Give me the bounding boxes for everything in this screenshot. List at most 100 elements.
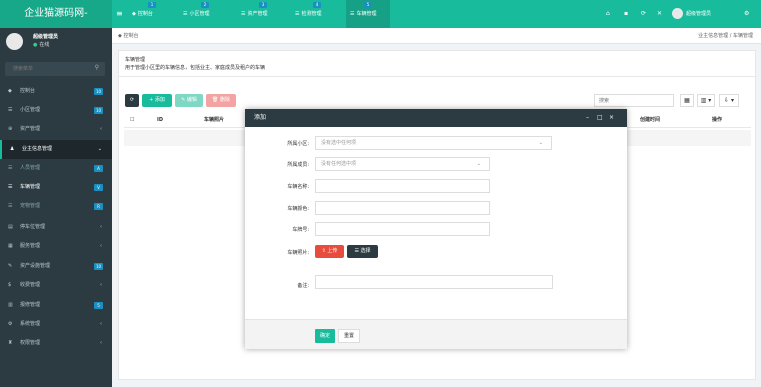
online-dot-icon: ● [33, 42, 38, 48]
trash-icon[interactable]: ▪ [624, 9, 628, 19]
sidebar-search-input[interactable] [13, 65, 83, 73]
ok-button[interactable]: 确定 [315, 329, 335, 343]
column-header: 操作 [712, 117, 723, 123]
breadcrumb: ◆ 控制台 业主信息管理 / 车辆管理 [112, 28, 761, 44]
dollar-icon: $ [8, 282, 12, 288]
dialog-header: 添加 – □ × [245, 109, 627, 127]
sidebar-item-label: 车辆管理 [20, 184, 41, 190]
sidebar-item-repairs[interactable]: ▥ 报修管理 5 [0, 296, 112, 315]
chevron-left-icon: ‹ [100, 321, 102, 327]
select-all-checkbox[interactable]: ☐ [130, 112, 134, 128]
user-status: ● 在线 [33, 41, 49, 48]
close-icon[interactable]: × [609, 109, 614, 127]
column-header[interactable]: ID [157, 112, 163, 128]
tab-assets[interactable]: 3 ☰ 资产管理 [241, 0, 285, 28]
toggle-view-button[interactable]: ▦ [680, 94, 694, 107]
sidebar-item-billing[interactable]: $ 收费管理 ‹ [0, 276, 112, 295]
sidebar-badge: 10 [94, 107, 103, 114]
fullscreen-icon[interactable]: ✕ [657, 9, 662, 19]
tab-badge: 2 [201, 2, 209, 8]
admin-name[interactable]: 超级管理员 [686, 0, 711, 28]
user-name: 超级管理员 [33, 34, 59, 40]
list-icon: ☰ [295, 11, 300, 17]
tab-label: 车辆管理 [356, 11, 377, 17]
sidebar-item-facilities[interactable]: ✎ 资产设施管理 10 [0, 257, 112, 276]
wrench-icon: ✎ [8, 263, 13, 269]
sidebar-badge: V [94, 184, 103, 191]
avatar[interactable] [672, 8, 683, 19]
sidebar-item-label: 资产设施管理 [20, 263, 51, 269]
edit-button[interactable]: ✎ 编辑 [175, 94, 203, 107]
tab-label: 资产管理 [247, 11, 268, 17]
sidebar-item-services[interactable]: ▦ 服务管理 ‹ [0, 237, 112, 256]
add-button[interactable]: + 添加 [142, 94, 172, 107]
app-logo[interactable]: 企业猫源码网- [0, 0, 112, 28]
user-status-label: 在线 [39, 42, 50, 48]
sidebar-item-label: 停车位管理 [20, 224, 46, 230]
upload-button[interactable]: ⇧ 上传 [315, 245, 344, 258]
refresh-icon[interactable]: ⟳ [641, 9, 646, 19]
select-placeholder: 没有选中任何项 [321, 140, 357, 146]
tab-inspection[interactable]: 4 ☰ 检测管理 [295, 0, 339, 28]
sidebar-item-community[interactable]: ☰ 小区管理 10 [0, 101, 112, 120]
search-icon[interactable]: ⚲ [95, 64, 99, 71]
sidebar-item-dashboard[interactable]: ◆ 控制台 10 [0, 82, 112, 101]
sidebar-item-permissions[interactable]: ♜ 权限管理 ‹ [0, 334, 112, 353]
column-header[interactable]: 车辆照片 [204, 112, 224, 128]
home-icon[interactable]: ⌂ [606, 9, 610, 19]
sidebar-item-label: 服务管理 [20, 243, 41, 249]
plate-number-field[interactable] [315, 222, 490, 236]
tab-badge: 1 [148, 2, 156, 8]
field-label: 备注: [297, 283, 309, 289]
vehicle-color-field[interactable] [315, 201, 490, 215]
sidebar-badge: R [94, 203, 103, 210]
avatar [6, 33, 23, 50]
tab-label: 小区管理 [189, 11, 210, 17]
sidebar-item-label: 人员管理 [20, 165, 41, 171]
chevron-left-icon: ‹ [100, 224, 102, 230]
refresh-button[interactable]: ⟳ [125, 94, 139, 107]
gears-icon: ⚙ [8, 321, 13, 327]
grid-icon: ▦ [8, 243, 13, 249]
list-icon: ☰ [241, 11, 246, 17]
maximize-icon[interactable]: □ [597, 109, 603, 127]
reset-button[interactable]: 重置 [338, 329, 360, 343]
sidebar-item-vehicles[interactable]: ☰ 车辆管理 V [0, 178, 112, 197]
tachometer-icon: ◆ [8, 88, 12, 94]
breadcrumb-home[interactable]: ◆ 控制台 [118, 28, 138, 44]
sidebar-toggle-icon[interactable]: ≡ [116, 9, 123, 19]
sidebar-item-label: 宠物管理 [20, 203, 41, 209]
sidebar-badge: 5 [94, 302, 103, 309]
columns-button[interactable]: ▥ ▾ [697, 94, 715, 107]
caret-down-icon: ⌄ [476, 161, 481, 167]
choose-button[interactable]: ☰ 选择 [347, 245, 378, 258]
list-icon: ☰ [8, 203, 13, 209]
member-select[interactable]: 没有任何选中项 ⌄ [315, 157, 490, 171]
tab-community[interactable]: 2 ☰ 小区管理 [183, 0, 227, 28]
gears-icon[interactable]: ⚙ [744, 9, 749, 19]
sidebar-item-label: 资产管理 [20, 126, 41, 132]
tab-label: 控制台 [137, 11, 153, 17]
remarks-field[interactable] [315, 275, 553, 289]
sidebar-item-assets[interactable]: ⊕ 资产管理 ‹ [0, 120, 112, 139]
column-header[interactable]: 创建时间 [640, 112, 660, 128]
sidebar-item-parking[interactable]: ▤ 停车位管理 ‹ [0, 218, 112, 237]
export-button[interactable]: ⇩ ▾ [719, 94, 739, 107]
field-label: 所属小区: [287, 141, 309, 147]
minimize-icon[interactable]: – [586, 109, 589, 127]
sidebar-item-system[interactable]: ⚙ 系统管理 ‹ [0, 315, 112, 334]
vehicle-name-field[interactable] [315, 179, 490, 193]
tab-dashboard[interactable]: 1 ◆ 控制台 [132, 0, 172, 28]
delete-button[interactable]: 🗑 删除 [206, 94, 236, 107]
community-select[interactable]: 没有选中任何项 ⌄ [315, 136, 552, 150]
sidebar-item-people[interactable]: ☰ 人员管理 A [0, 159, 112, 178]
tab-vehicles[interactable]: 5 ☰ 车辆管理 [346, 0, 390, 28]
sidebar-item-pets[interactable]: ☰ 宠物管理 R [0, 197, 112, 216]
search-input[interactable] [599, 97, 659, 105]
tab-label: 检测管理 [301, 11, 322, 17]
field-label: 车牌号: [292, 227, 309, 233]
table-search [594, 94, 674, 107]
sidebar-item-owner-info[interactable]: ♟ 业主信息管理 ⌄ [0, 140, 112, 159]
plus-circle-icon: ⊕ [8, 126, 13, 132]
field-label: 车辆颜色: [287, 206, 309, 212]
